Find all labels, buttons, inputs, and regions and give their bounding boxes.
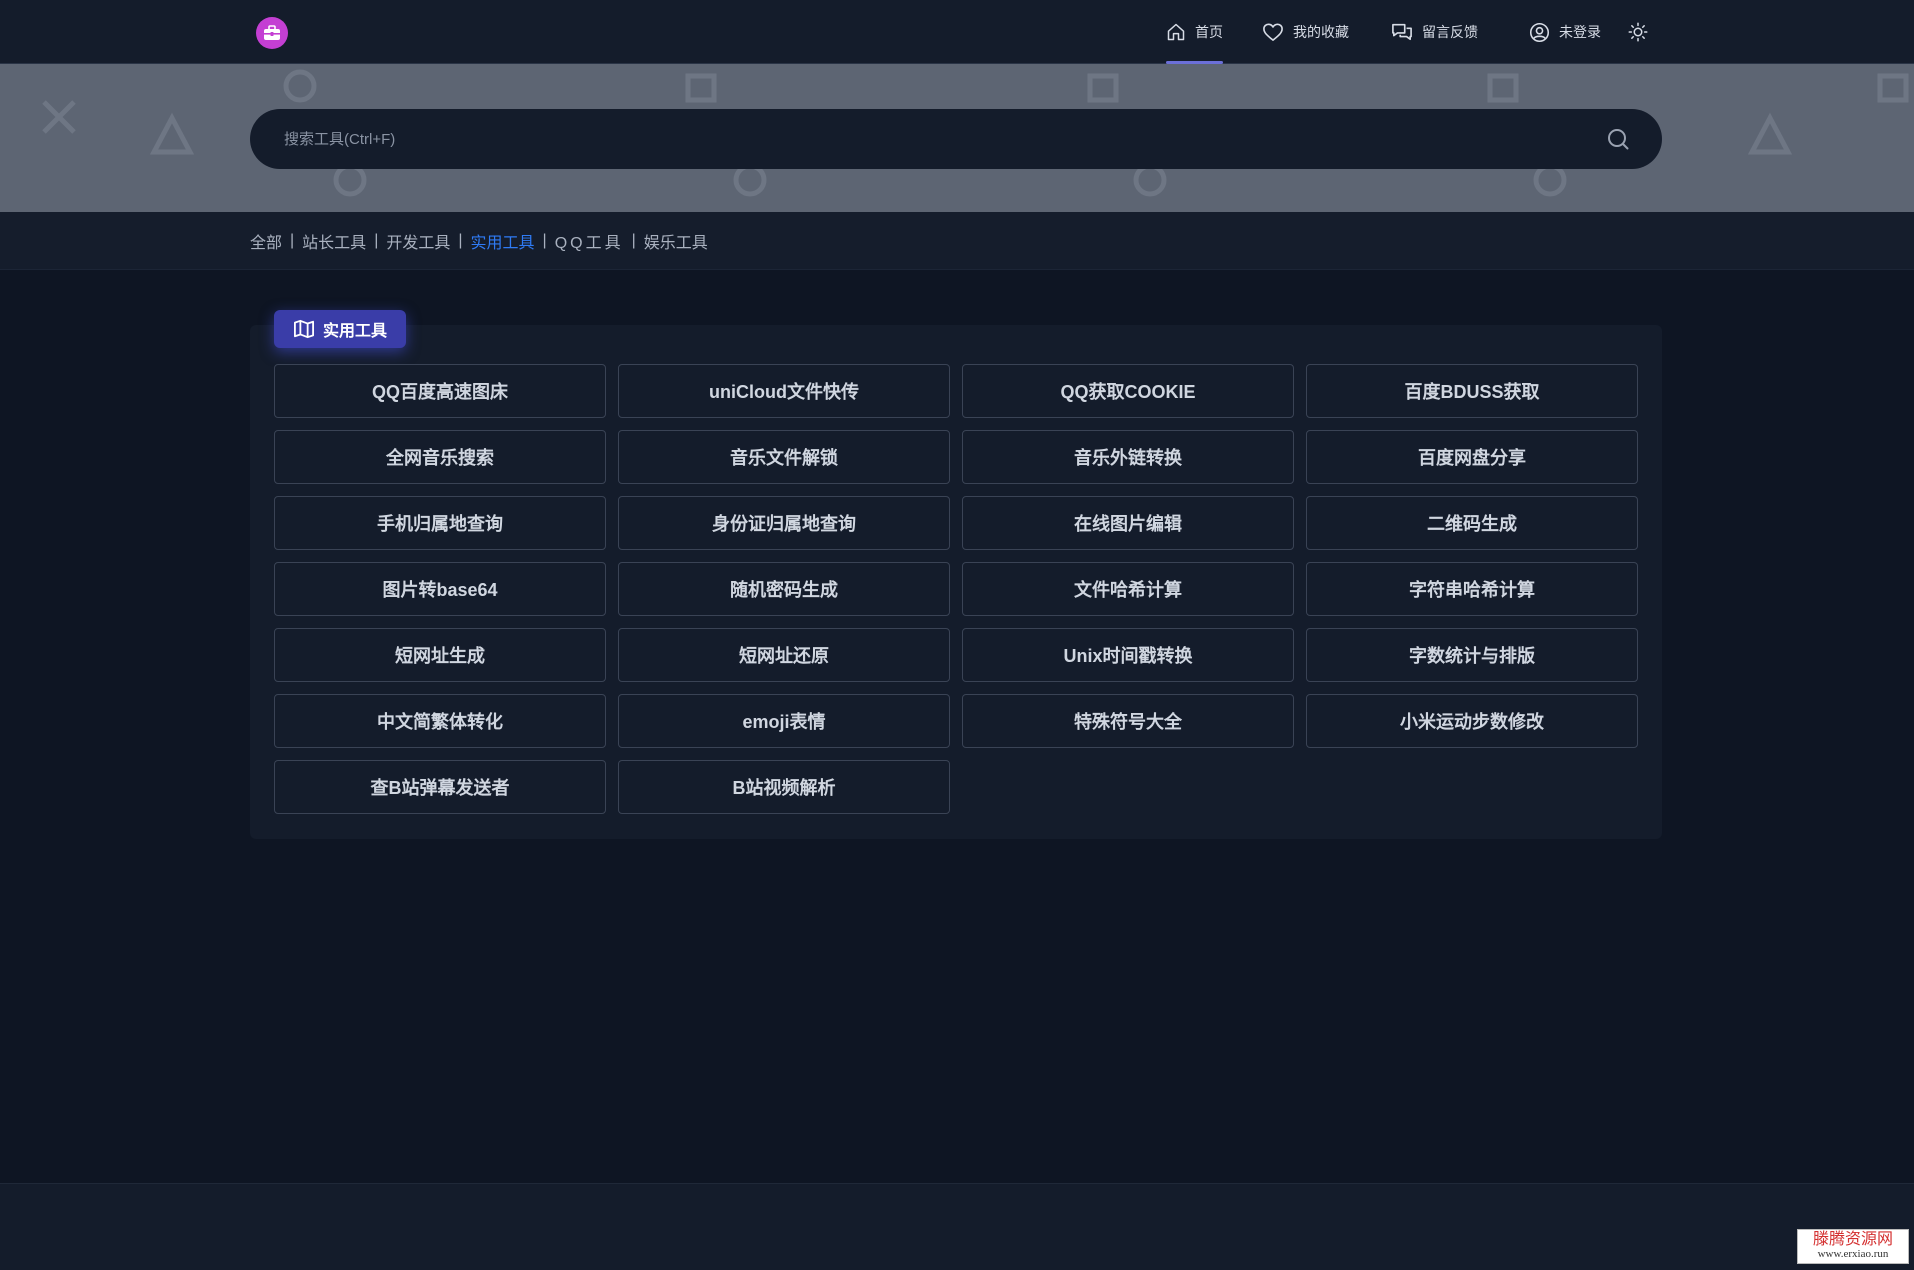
tool-button[interactable]: 身份证归属地查询 <box>618 496 950 550</box>
watermark-title: 滕腾资源网 <box>1812 1231 1893 1248</box>
tool-button[interactable]: 随机密码生成 <box>618 562 950 616</box>
tool-button[interactable]: uniCloud文件快传 <box>618 364 950 418</box>
tool-button[interactable]: 音乐外链转换 <box>962 430 1294 484</box>
category-separator: | <box>374 231 379 249</box>
category-qq[interactable]: QQ工具 <box>555 229 624 253</box>
user-icon <box>1529 22 1550 42</box>
map-icon <box>293 319 314 339</box>
tool-button[interactable]: 短网址还原 <box>618 628 950 682</box>
chat-icon <box>1392 23 1412 41</box>
nav-feedback-label: 留言反馈 <box>1422 24 1478 40</box>
heart-icon <box>1263 23 1283 41</box>
panel-title-badge: 实用工具 <box>274 310 406 348</box>
sun-icon <box>1628 22 1648 42</box>
tool-button[interactable]: 字符串哈希计算 <box>1306 562 1638 616</box>
tool-button[interactable]: 全网音乐搜索 <box>274 430 606 484</box>
tool-button[interactable]: 文件哈希计算 <box>962 562 1294 616</box>
tool-button[interactable]: 图片转base64 <box>274 562 606 616</box>
toolbox-icon <box>264 25 280 40</box>
search-icon[interactable] <box>1606 127 1630 151</box>
tool-button[interactable]: 百度BDUSS获取 <box>1306 364 1638 418</box>
tool-button[interactable]: Unix时间戳转换 <box>962 628 1294 682</box>
category-separator: | <box>631 231 636 249</box>
logo[interactable] <box>256 17 288 49</box>
search-hero <box>0 64 1914 212</box>
search-input[interactable] <box>282 129 1606 149</box>
watermark: 滕腾资源网 www.erxiao.run <box>1797 1229 1909 1264</box>
watermark-url: www.erxiao.run <box>1817 1248 1889 1260</box>
tool-button[interactable]: 查B站弹幕发送者 <box>274 760 606 814</box>
panel-title: 实用工具 <box>322 323 387 340</box>
category-bar: 全部 | 站长工具 | 开发工具 | 实用工具 | QQ工具 | 娱乐工具 <box>0 212 1914 270</box>
nav-login[interactable]: 未登录 <box>1529 0 1601 64</box>
tool-button[interactable]: 字数统计与排版 <box>1306 628 1638 682</box>
tool-button[interactable]: B站视频解析 <box>618 760 950 814</box>
category-separator: | <box>290 231 295 249</box>
tool-button[interactable]: 音乐文件解锁 <box>618 430 950 484</box>
top-navbar: 首页 我的收藏 留言反馈 未登录 <box>0 0 1914 64</box>
tool-button[interactable]: QQ百度高速图床 <box>274 364 606 418</box>
tool-button[interactable]: 小米运动步数修改 <box>1306 694 1638 748</box>
search-bar <box>250 109 1662 169</box>
nav-home-label: 首页 <box>1195 24 1223 40</box>
category-entertainment[interactable]: 娱乐工具 <box>644 229 708 253</box>
nav-feedback[interactable]: 留言反馈 <box>1391 0 1478 64</box>
category-utility[interactable]: 实用工具 <box>471 229 535 253</box>
tool-button[interactable]: 手机归属地查询 <box>274 496 606 550</box>
home-icon <box>1167 23 1185 41</box>
tool-button[interactable]: 在线图片编辑 <box>962 496 1294 550</box>
tool-button[interactable]: emoji表情 <box>618 694 950 748</box>
category-webmaster[interactable]: 站长工具 <box>302 229 366 253</box>
nav-favorites[interactable]: 我的收藏 <box>1262 0 1349 64</box>
tool-button[interactable]: QQ获取COOKIE <box>962 364 1294 418</box>
footer <box>0 1183 1914 1270</box>
nav-login-label: 未登录 <box>1559 24 1601 40</box>
tool-button[interactable]: 短网址生成 <box>274 628 606 682</box>
category-separator: | <box>542 231 547 249</box>
category-separator: | <box>458 231 463 249</box>
nav-favorites-label: 我的收藏 <box>1293 24 1349 40</box>
tool-button[interactable]: 中文简繁体转化 <box>274 694 606 748</box>
tool-button[interactable]: 二维码生成 <box>1306 496 1638 550</box>
tool-button[interactable]: 百度网盘分享 <box>1306 430 1638 484</box>
tool-button[interactable]: 特殊符号大全 <box>962 694 1294 748</box>
nav-home[interactable]: 首页 <box>1166 0 1223 64</box>
category-all[interactable]: 全部 <box>250 229 282 253</box>
tools-grid: QQ百度高速图床 uniCloud文件快传 QQ获取COOKIE 百度BDUSS… <box>274 364 1638 814</box>
category-dev[interactable]: 开发工具 <box>386 229 450 253</box>
theme-toggle[interactable] <box>1628 0 1657 64</box>
